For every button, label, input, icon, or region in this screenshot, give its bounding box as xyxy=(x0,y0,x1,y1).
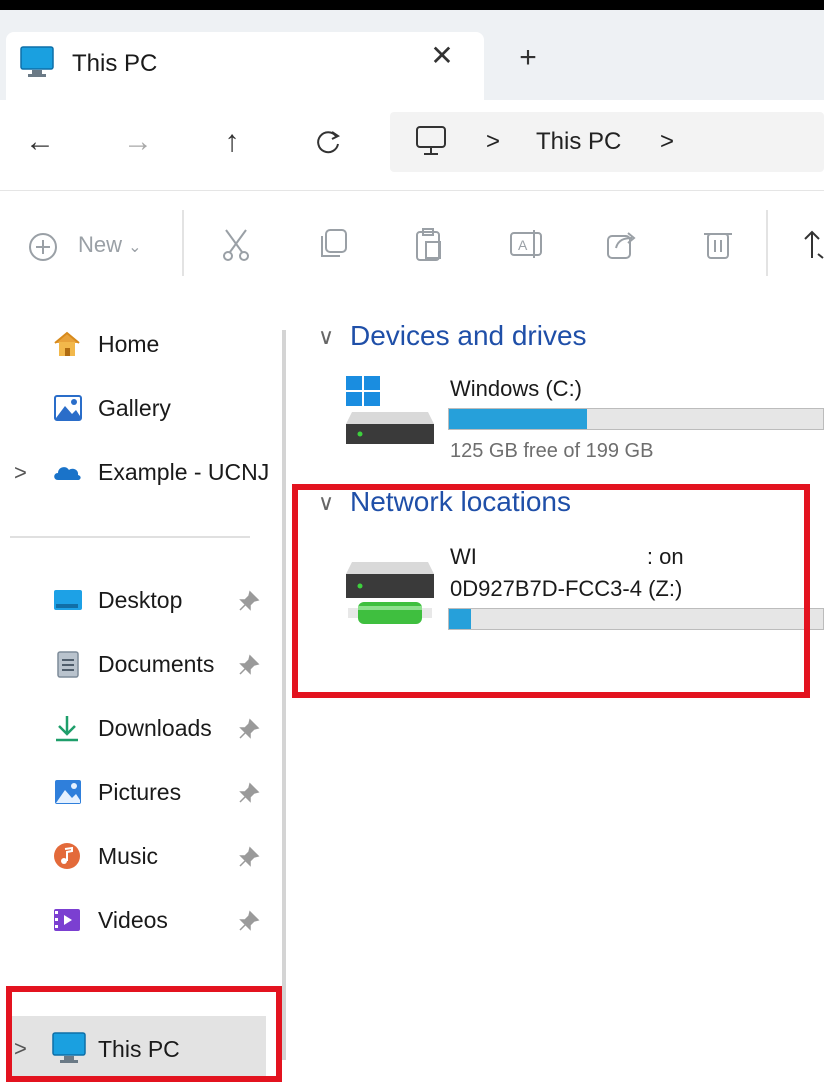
new-tab-button[interactable]: + xyxy=(514,43,542,73)
pin-icon[interactable] xyxy=(238,654,260,676)
desktop-icon xyxy=(54,590,82,610)
new-button[interactable]: New ⌄ xyxy=(78,232,142,258)
section-devices-and-drives[interactable]: Devices and drives xyxy=(350,320,587,352)
downloads-icon xyxy=(56,716,78,742)
chevron-down-icon: ⌄ xyxy=(128,239,142,256)
expand-chevron-icon[interactable]: > xyxy=(14,460,27,486)
drive-name-c[interactable]: Windows (C:) xyxy=(450,376,582,402)
pin-icon[interactable] xyxy=(238,782,260,804)
new-label: New xyxy=(78,232,123,257)
music-icon xyxy=(54,843,80,869)
new-icon xyxy=(29,233,57,261)
paste-icon[interactable] xyxy=(412,226,448,262)
computer-icon xyxy=(416,126,446,155)
windows-drive-icon xyxy=(346,376,434,444)
pin-icon[interactable] xyxy=(238,846,260,868)
sidebar-divider xyxy=(10,536,250,538)
drive-usage-fill-c xyxy=(449,409,588,429)
window-top-edge xyxy=(0,0,824,10)
navigation-scrollbar[interactable] xyxy=(282,330,286,1060)
breadcrumb-this-pc[interactable]: This PC xyxy=(536,128,621,156)
pictures-icon xyxy=(55,780,81,804)
collapse-chevron-icon[interactable]: ∨ xyxy=(318,324,334,350)
cloud-icon xyxy=(54,467,81,480)
videos-icon xyxy=(54,909,80,931)
pin-icon[interactable] xyxy=(238,590,260,612)
sidebar-item-label: Desktop xyxy=(98,587,183,613)
share-icon[interactable] xyxy=(604,226,640,262)
back-button[interactable]: ← xyxy=(20,122,60,162)
gallery-icon xyxy=(54,395,82,421)
highlight-box-this-pc xyxy=(6,986,282,1082)
svg-text:A: A xyxy=(518,237,528,253)
breadcrumb-chevron[interactable]: > xyxy=(660,128,674,156)
refresh-button[interactable] xyxy=(308,122,348,162)
drive-free-space-c: 125 GB free of 199 GB xyxy=(450,440,654,462)
breadcrumb-separator: > xyxy=(486,128,501,155)
sidebar-item-label: Videos xyxy=(98,907,168,933)
toolbar-divider xyxy=(766,210,768,276)
delete-icon[interactable] xyxy=(700,226,736,262)
home-icon xyxy=(54,331,80,356)
up-button[interactable]: ↑ xyxy=(212,122,252,162)
cut-icon[interactable] xyxy=(218,226,254,262)
sidebar-item-label: Documents xyxy=(98,651,215,677)
sidebar-item-label: Pictures xyxy=(98,779,182,805)
sidebar-item-label: Downloads xyxy=(98,715,212,741)
pin-icon[interactable] xyxy=(238,718,260,740)
tab-title: This PC xyxy=(72,50,158,77)
this-pc-tab-icon xyxy=(20,46,54,77)
sort-icon[interactable] xyxy=(802,228,824,264)
sidebar-item-label: Music xyxy=(98,843,159,869)
forward-button[interactable]: → xyxy=(118,122,158,162)
sidebar-item-label: Example - UCNJ xyxy=(98,459,270,485)
highlight-box-network-locations xyxy=(292,484,810,698)
tab-close-button[interactable]: ✕ xyxy=(428,42,456,70)
rename-icon[interactable]: A xyxy=(508,226,544,262)
copy-icon[interactable] xyxy=(316,226,352,262)
documents-icon xyxy=(57,651,79,678)
refresh-icon xyxy=(317,131,340,154)
sidebar-item-label: Home xyxy=(98,331,160,357)
drive-usage-bar-c xyxy=(448,408,824,430)
sidebar-item-label: Gallery xyxy=(98,395,171,421)
pin-icon[interactable] xyxy=(238,910,260,932)
toolbar-divider xyxy=(182,210,184,276)
